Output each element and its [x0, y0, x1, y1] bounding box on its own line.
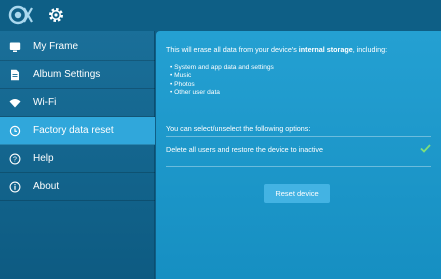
divider	[166, 166, 431, 167]
sidebar-item-about[interactable]: About	[0, 173, 155, 201]
sidebar-item-album-settings[interactable]: Album Settings	[0, 61, 155, 89]
list-item: • Music	[170, 72, 192, 80]
delete-users-option-label[interactable]: Delete all users and restore the device …	[166, 145, 323, 154]
checkmark-icon[interactable]	[420, 144, 431, 153]
wifi-icon	[9, 99, 21, 108]
sidebar-item-label: Album Settings	[33, 69, 101, 80]
factory-reset-panel: This will erase all data from your devic…	[156, 31, 441, 279]
sidebar-item-my-frame[interactable]: My Frame	[0, 33, 155, 61]
sidebar-item-label: Help	[33, 153, 54, 164]
list-item: • System and app data and settings	[170, 64, 274, 71]
sidebar-item-label: About	[33, 181, 60, 192]
reset-device-button[interactable]: Reset device	[264, 184, 330, 203]
logo-icon	[8, 5, 33, 25]
erase-list: • System and app data and settings • Mus…	[170, 64, 274, 98]
sidebar: My Frame Album Settings Wi-Fi Factory da…	[0, 31, 155, 279]
list-item: • Photos	[170, 80, 195, 88]
sidebar-item-label: Factory data reset	[33, 125, 114, 136]
help-icon: ?	[9, 153, 21, 165]
sidebar-item-label: My Frame	[33, 41, 78, 52]
document-icon	[11, 69, 19, 81]
info-icon	[9, 181, 21, 193]
options-label: You can select/unselect the following op…	[166, 124, 311, 133]
erase-warning-text: This will erase all data from your devic…	[166, 45, 387, 54]
sidebar-item-label: Wi-Fi	[33, 97, 57, 108]
gear-icon[interactable]	[47, 6, 65, 24]
sidebar-item-wifi[interactable]: Wi-Fi	[0, 89, 155, 117]
sidebar-item-factory-data-reset[interactable]: Factory data reset	[0, 117, 155, 145]
svg-text:?: ?	[13, 157, 17, 164]
divider	[166, 136, 431, 137]
sidebar-item-help[interactable]: ? Help	[0, 145, 155, 173]
list-item: • Other user data	[170, 89, 220, 97]
reset-icon	[9, 125, 21, 137]
erase-prefix: This will erase all data from your devic…	[166, 45, 299, 54]
erase-storage-bold: internal storage	[298, 45, 353, 54]
monitor-icon	[9, 42, 21, 52]
top-bar	[0, 0, 441, 31]
erase-suffix: , including:	[352, 45, 388, 54]
